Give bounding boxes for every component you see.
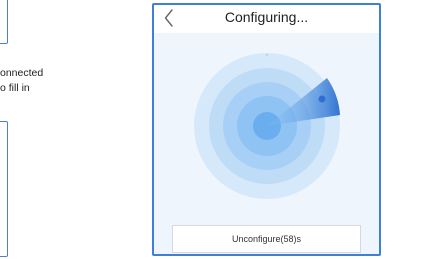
header-bar: Configuring... xyxy=(154,5,379,33)
radar-faint-dot xyxy=(266,54,268,56)
left-text-line-2: o fill in xyxy=(0,82,30,94)
left-box-bottom xyxy=(0,121,8,257)
radar-target-dot xyxy=(318,95,326,103)
radar-scan-icon xyxy=(194,53,340,199)
page-title: Configuring... xyxy=(224,9,309,25)
left-box-top xyxy=(0,0,8,44)
left-text-line-1: onnected xyxy=(0,67,44,79)
unconfigure-button[interactable]: Unconfigure(58)s xyxy=(172,225,361,253)
configuring-screen: Configuring... Unconfigure(58)s xyxy=(152,3,381,256)
content-area: Unconfigure(58)s xyxy=(154,33,379,254)
background-panel: onnected o fill in xyxy=(0,0,120,259)
